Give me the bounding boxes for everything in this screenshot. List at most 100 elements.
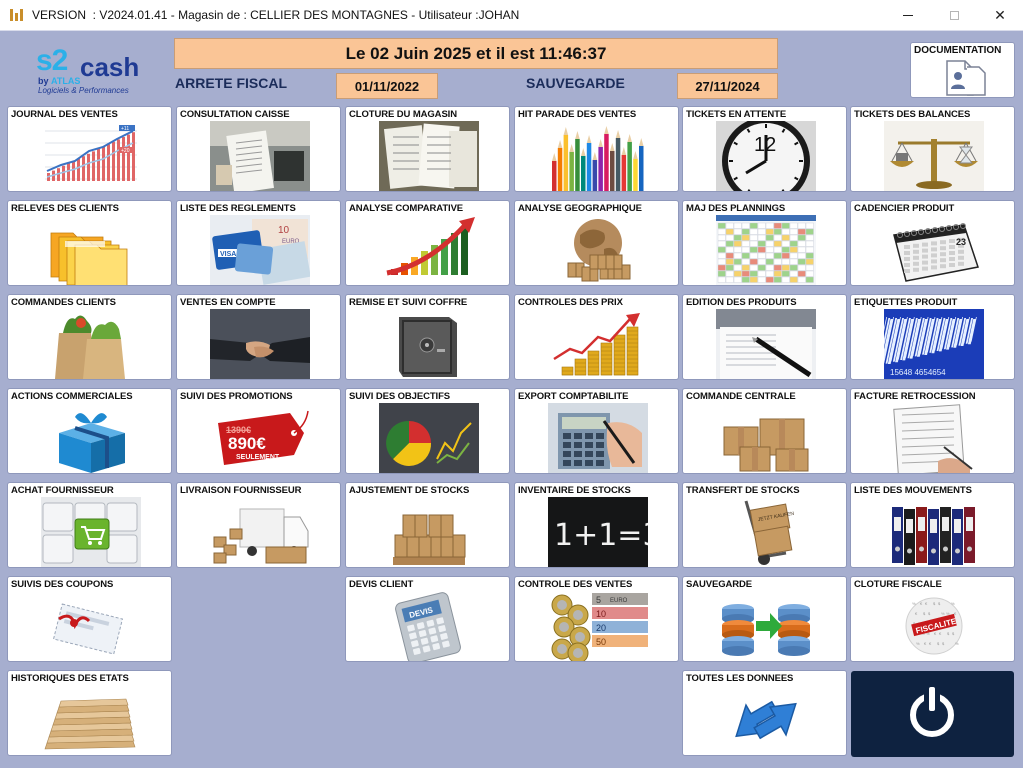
- minimize-icon: [903, 15, 913, 16]
- growth-bars-icon: [379, 215, 479, 285]
- tile-transfert-de-stocks[interactable]: TRANSFERT DE STOCKS JETZT KAUFEN: [682, 482, 847, 568]
- tile-toutes-les-donnees[interactable]: TOUTES LES DONNEES: [682, 670, 847, 756]
- tile-label: CLOTURE FISCALE: [854, 579, 942, 590]
- hand-truck-icon: JETZT KAUFEN: [716, 497, 816, 567]
- datetime-banner: Le 02 Juin 2025 et il est 11:46:37: [174, 38, 778, 69]
- svg-text:VISA: VISA: [220, 251, 236, 258]
- tile-analyse-geographique[interactable]: ANALYSE GEOGRAPHIQUE: [514, 200, 679, 286]
- tile-maj-des-plannings[interactable]: MAJ DES PLANNINGS: [682, 200, 847, 286]
- tile-journal-des-ventes[interactable]: JOURNAL DES VENTES +11 +20: [7, 106, 172, 192]
- tile-achat-fournisseur[interactable]: ACHAT FOURNISSEUR: [7, 482, 172, 568]
- tile-export-comptabilite[interactable]: EXPORT COMPTABILITE: [514, 388, 679, 474]
- tile-suivi-des-objectifs[interactable]: SUIVI DES OBJECTIFS: [345, 388, 510, 474]
- svg-text:15648 4654654: 15648 4654654: [890, 368, 946, 377]
- tile-label: ANALYSE COMPARATIVE: [349, 203, 464, 214]
- tile-analyse-comparative[interactable]: ANALYSE COMPARATIVE: [345, 200, 510, 286]
- tile-etiquettes-produit[interactable]: ETIQUETTES PRODUIT 15648 4654654: [850, 294, 1015, 380]
- invoice-icon: [884, 403, 984, 473]
- tile-tickets-en-attente[interactable]: TICKETS EN ATTENTE12: [682, 106, 847, 192]
- svg-text:5: 5: [596, 595, 601, 605]
- safe-icon: [379, 309, 479, 379]
- tile-label: CONTROLE DES VENTES: [518, 579, 633, 590]
- tile-label: REMISE ET SUIVI COFFRE: [349, 297, 468, 308]
- tile-sauvegarde[interactable]: SAUVEGARDE: [682, 576, 847, 662]
- tile-inventaire-de-stocks[interactable]: INVENTAIRE DE STOCKS 1+1=3: [514, 482, 679, 568]
- power-button[interactable]: [851, 671, 1014, 757]
- handshake-icon: [210, 309, 310, 379]
- tile-label: INVENTAIRE DE STOCKS: [518, 485, 631, 496]
- tile-label: CONTROLES DES PRIX: [518, 297, 623, 308]
- tile-label: ACHAT FOURNISSEUR: [11, 485, 114, 496]
- tile-livraison-fournisseur[interactable]: LIVRAISON FOURNISSEUR: [176, 482, 341, 568]
- tile-label: HIT PARADE DES VENTES: [518, 109, 637, 120]
- clock-icon: 12: [716, 121, 816, 191]
- tile-label: SAUVEGARDE: [686, 579, 753, 590]
- svg-text:SEULEMENT: SEULEMENT: [236, 454, 280, 461]
- tile-controles-des-prix[interactable]: CONTROLES DES PRIX: [514, 294, 679, 380]
- tile-ajustement-de-stocks[interactable]: AJUSTEMENT DE STOCKS: [345, 482, 510, 568]
- tile-consultation-caisse[interactable]: CONSULTATION CAISSE: [176, 106, 341, 192]
- receipts-icon: [379, 121, 479, 191]
- close-button[interactable]: ✕: [977, 0, 1023, 31]
- cards-and-banknotes-icon: 10EUROVISA: [210, 215, 310, 285]
- tile-liste-des-reglements[interactable]: LISTE DES REGLEMENTS 10 EURO VISA: [176, 200, 341, 286]
- minimize-button[interactable]: [885, 0, 931, 31]
- svg-text:%: %: [941, 611, 945, 616]
- tile-label: AJUSTEMENT DE STOCKS: [349, 485, 470, 496]
- cart-key-icon: [41, 497, 141, 567]
- document-person-icon: [946, 60, 986, 96]
- svg-text:%: %: [916, 641, 920, 646]
- calendar-icon: 23: [884, 215, 984, 285]
- tile-label: JOURNAL DES VENTES: [11, 109, 118, 120]
- tile-label: TOUTES LES DONNEES: [686, 673, 794, 684]
- sync-arrows-icon: [716, 685, 816, 755]
- delivery-truck-icon: [210, 497, 310, 567]
- devis-calculator-icon: DEVIS: [379, 591, 479, 661]
- tile-edition-des-produits[interactable]: EDITION DES PRODUITS: [682, 294, 847, 380]
- coins-chart-icon: [548, 309, 648, 379]
- tile-tickets-des-balances[interactable]: TICKETS DES BALANCES: [850, 106, 1015, 192]
- tile-remise-et-suivi-coffre[interactable]: REMISE ET SUIVI COFFRE: [345, 294, 510, 380]
- sales-chart-icon: +11 +20: [41, 121, 141, 191]
- price-tag-icon: 1390€890€SEULEMENT: [210, 403, 310, 473]
- calculator-hand-icon: [548, 403, 648, 473]
- tile-cloture-du-magasin[interactable]: CLOTURE DU MAGASIN: [345, 106, 510, 192]
- tile-label: ANALYSE GEOGRAPHIQUE: [518, 203, 642, 214]
- svg-text:1+1=3: 1+1=3: [554, 518, 648, 553]
- tile-historiques-des-etats[interactable]: HISTORIQUES DES ETATS: [7, 670, 172, 756]
- tile-label: DEVIS CLIENT: [349, 579, 414, 590]
- fiscalite-ball-icon: %€$%€$%€$%€$%€$%€$%€$%€$%€$%€$FISCALITE: [884, 591, 984, 661]
- tile-label: LISTE DES MOUVEMENTS: [854, 485, 972, 496]
- svg-text:23: 23: [956, 237, 966, 247]
- documentation-button[interactable]: DOCUMENTATION: [910, 42, 1015, 98]
- svg-text:%: %: [951, 601, 955, 606]
- tile-label: CONSULTATION CAISSE: [180, 109, 290, 120]
- tile-hit-parade-des-ventes[interactable]: HIT PARADE DES VENTES: [514, 106, 679, 192]
- arrete-fiscal-value: 01/11/2022: [336, 73, 438, 99]
- tile-label: HISTORIQUES DES ETATS: [11, 673, 129, 684]
- grocery-bags-icon: [41, 309, 141, 379]
- tile-label: MAJ DES PLANNINGS: [686, 203, 786, 214]
- tile-controle-des-ventes[interactable]: CONTROLE DES VENTES 5 EURO 10 20 50: [514, 576, 679, 662]
- pallet-boxes-icon: [379, 497, 479, 567]
- tile-releves-des-clients[interactable]: RELEVES DES CLIENTS: [7, 200, 172, 286]
- database-transfer-icon: [716, 591, 816, 661]
- tile-devis-client[interactable]: DEVIS CLIENT DEVIS: [345, 576, 510, 662]
- pen-document-icon: [716, 309, 816, 379]
- tile-ventes-en-compte[interactable]: VENTES EN COMPTE: [176, 294, 341, 380]
- tile-cloture-fiscale[interactable]: CLOTURE FISCALE%€$%€$%€$%€$%€$%€$%€$%€$%…: [850, 576, 1015, 662]
- globe-parcels-icon: [548, 215, 648, 285]
- tile-cadencier-produit[interactable]: CADENCIER PRODUIT 23: [850, 200, 1015, 286]
- tile-suivis-des-coupons[interactable]: SUIVIS DES COUPONS: [7, 576, 172, 662]
- tile-suivi-des-promotions[interactable]: SUIVI DES PROMOTIONS 1390€ 890€ SEULEMENT: [176, 388, 341, 474]
- maximize-button[interactable]: [931, 0, 977, 31]
- tile-liste-des-mouvements[interactable]: LISTE DES MOUVEMENTS: [850, 482, 1015, 568]
- tile-facture-retrocession[interactable]: FACTURE RETROCESSION: [850, 388, 1015, 474]
- tile-label: COMMANDES CLIENTS: [11, 297, 116, 308]
- folders-icon: [41, 215, 141, 285]
- tile-label: ACTIONS COMMERCIALES: [11, 391, 133, 402]
- tile-commandes-clients[interactable]: COMMANDES CLIENTS: [7, 294, 172, 380]
- tile-commande-centrale[interactable]: COMMANDE CENTRALE: [682, 388, 847, 474]
- tile-actions-commerciales[interactable]: ACTIONS COMMERCIALES: [7, 388, 172, 474]
- colored-pencils-icon: [548, 121, 648, 191]
